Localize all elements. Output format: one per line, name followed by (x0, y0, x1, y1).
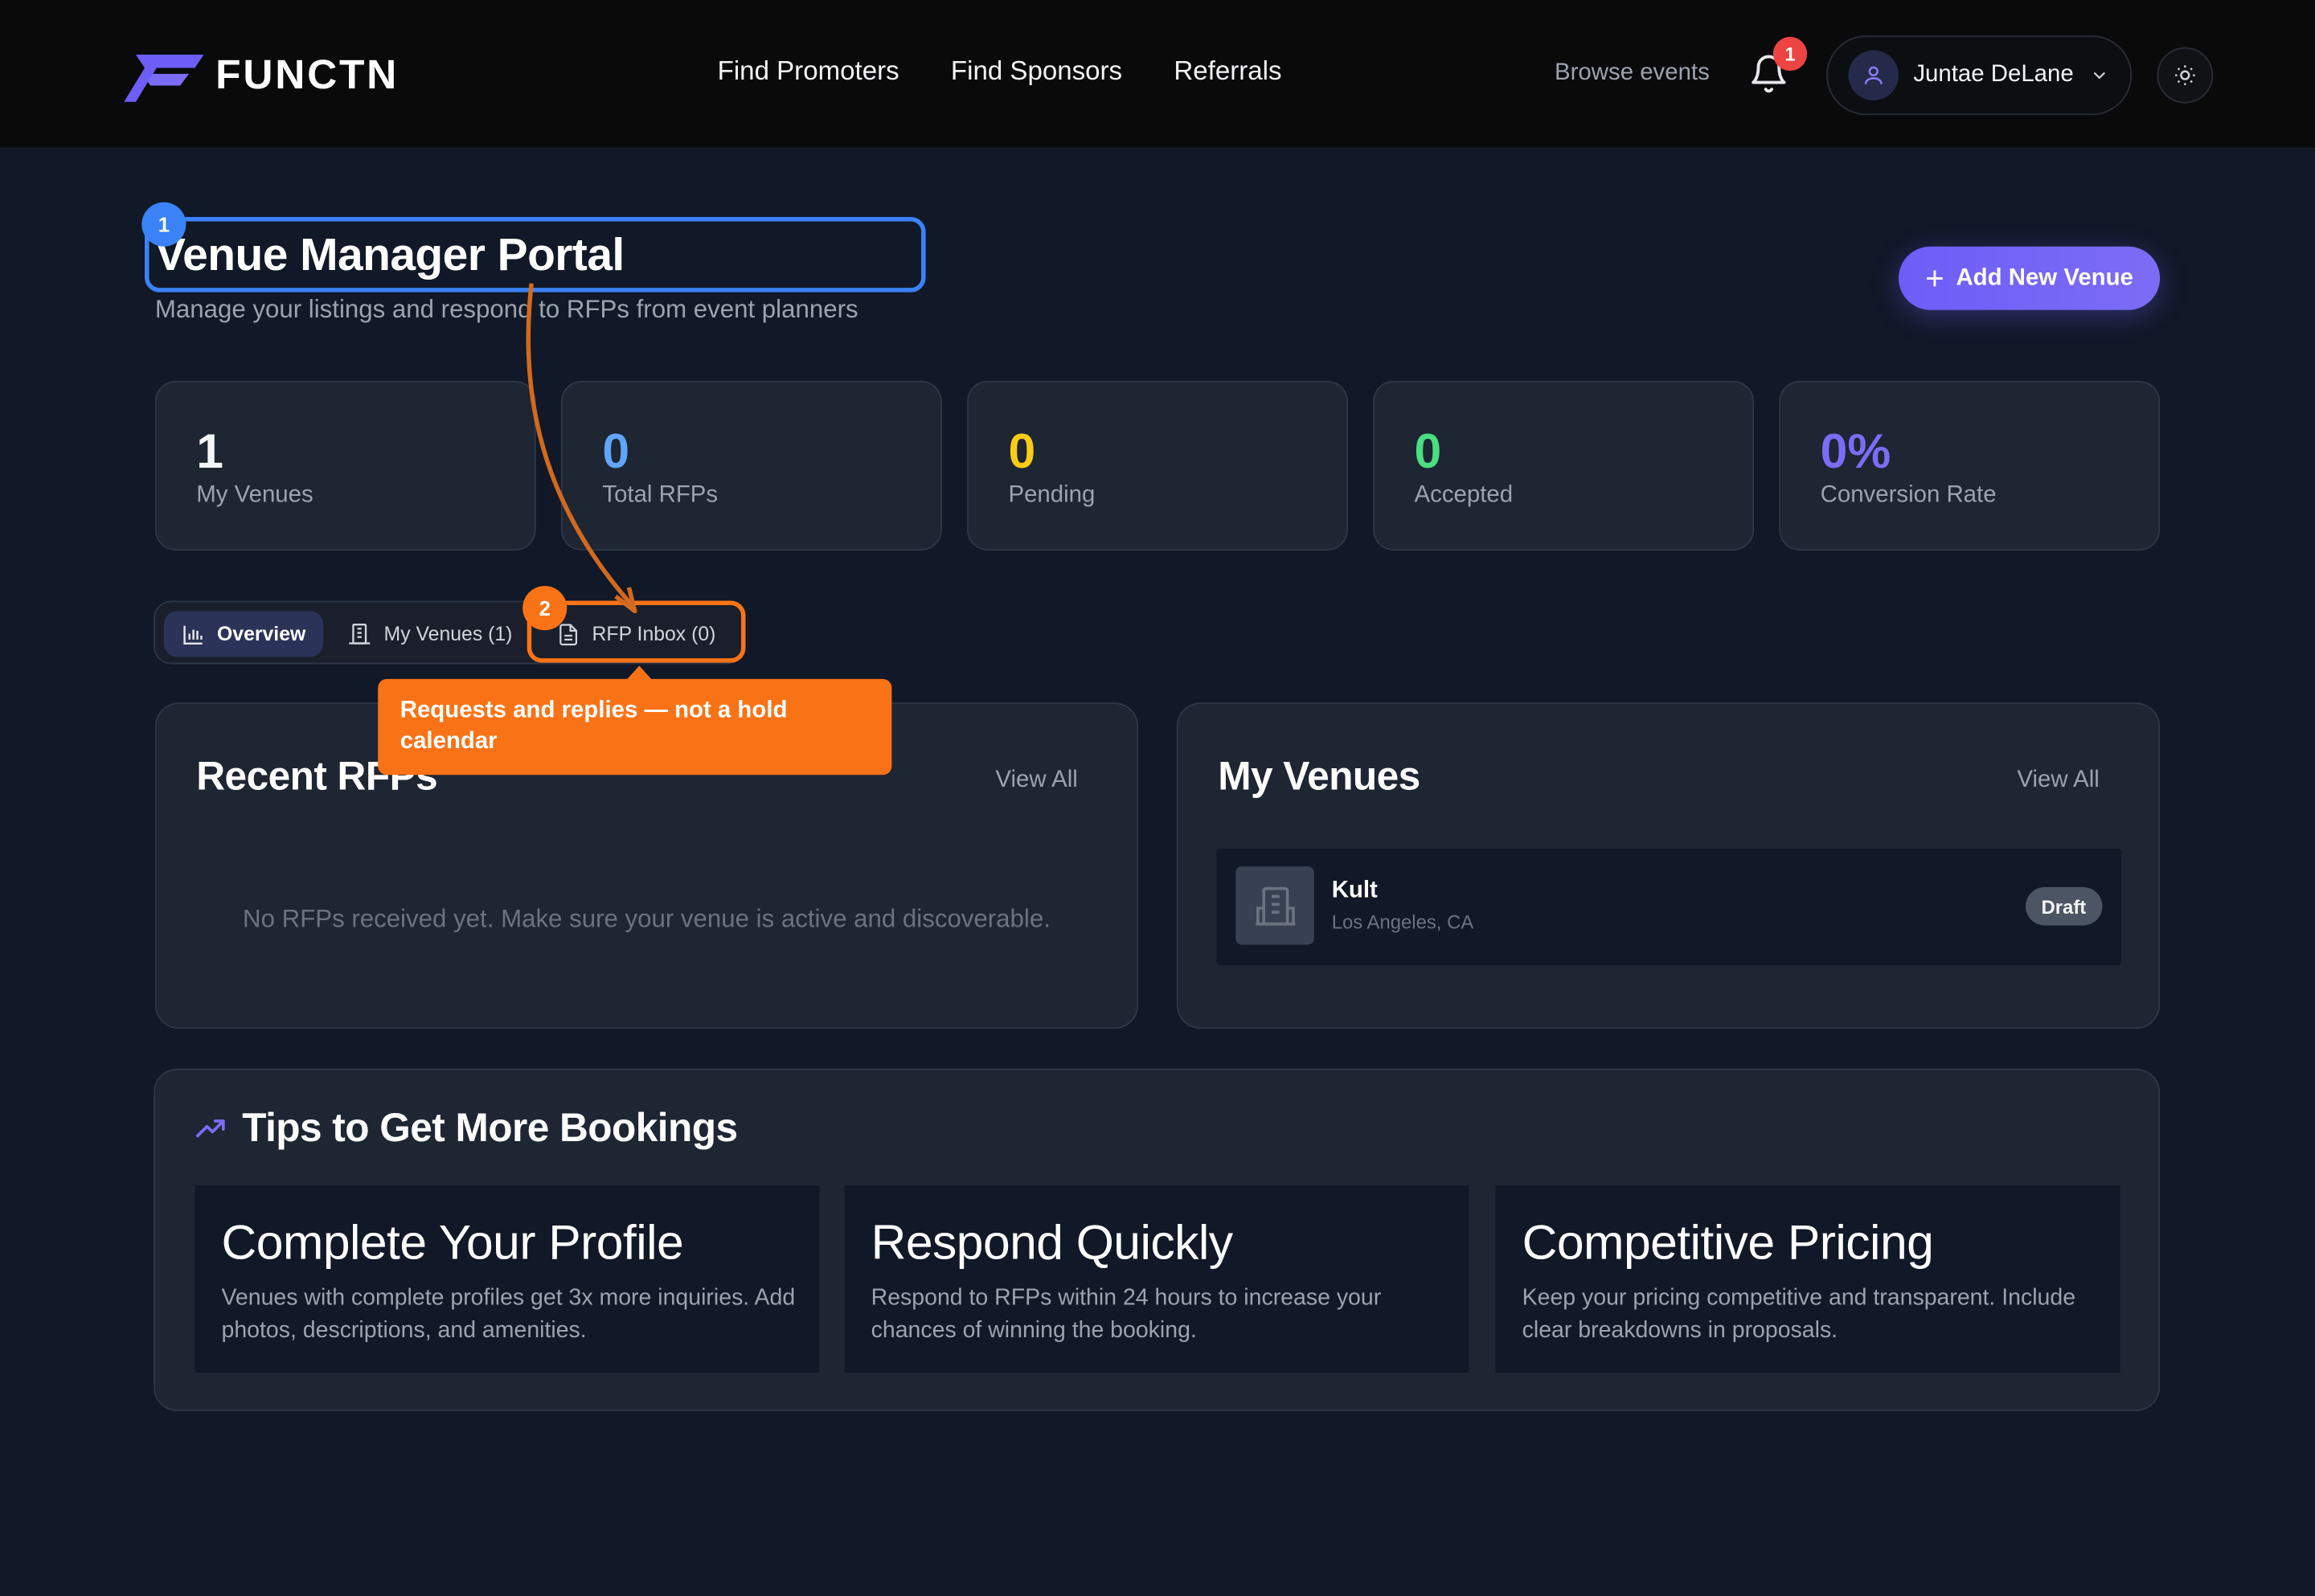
tip-card-pricing: Competitive Pricing Keep your pricing co… (1495, 1185, 2120, 1373)
stat-value: 0 (1414, 424, 1442, 479)
tip-title: Respond Quickly (871, 1214, 1233, 1270)
stat-card-my-venues: 1 My Venues (154, 380, 536, 551)
add-new-venue-label: Add New Venue (1956, 264, 2133, 290)
tip-description: Keep your pricing competitive and transp… (1522, 1285, 2076, 1344)
tips-title: Tips to Get More Bookings (242, 1105, 738, 1150)
tips-panel: Tips to Get More Bookings Complete Your … (154, 1068, 2161, 1411)
building-icon (349, 623, 371, 645)
theme-toggle-button[interactable] (2157, 47, 2214, 104)
tip-description: Venues with complete profiles get 3x mor… (221, 1285, 796, 1344)
page-root: FUNCTN Find Promoters Find Sponsors Refe… (0, 0, 2315, 1596)
user-name: Juntae DeLane (1913, 62, 2074, 88)
tip-card-profile: Complete Your Profile Venues with comple… (195, 1185, 820, 1373)
page-title: Venue Manager Portal (154, 228, 625, 280)
recent-rfps-empty-message: No RFPs received yet. Make sure your ven… (243, 904, 1051, 933)
browse-events-link[interactable]: Browse events (1555, 60, 1710, 87)
brand-name: FUNCTN (215, 51, 399, 98)
stat-card-conversion-rate: 0% Conversion Rate (1779, 380, 2161, 551)
annotation-callout: Requests and replies — not a hold calend… (378, 678, 892, 775)
annotation-marker-2: 2 (522, 586, 567, 631)
page-subtitle: Manage your listings and respond to RFPs… (154, 295, 858, 324)
add-new-venue-button[interactable]: + Add New Venue (1898, 246, 2161, 310)
tip-title: Complete Your Profile (221, 1214, 684, 1270)
stat-label: Accepted (1414, 482, 1514, 508)
stat-label: Total RFPs (602, 482, 719, 508)
trending-up-icon (195, 1119, 225, 1137)
stat-value: 1 (196, 424, 224, 479)
user-menu-button[interactable]: Juntae DeLane (1825, 35, 2133, 116)
sun-icon (2175, 65, 2195, 85)
tab-my-venues[interactable]: My Venues (1) (330, 611, 531, 657)
venue-thumbnail (1235, 866, 1314, 945)
nav-referrals[interactable]: Referrals (1174, 56, 1281, 88)
tip-title: Competitive Pricing (1522, 1214, 1934, 1270)
my-venues-title: My Venues (1218, 754, 1420, 799)
tip-card-respond: Respond Quickly Respond to RFPs within 2… (844, 1185, 1469, 1373)
stat-value: 0 (1008, 424, 1036, 479)
chevron-down-icon (2092, 72, 2105, 80)
stat-card-total-rfps: 0 Total RFPs (560, 380, 942, 551)
tab-overview[interactable]: Overview (163, 611, 324, 657)
annotation-marker-1: 1 (141, 202, 186, 247)
tips-header: Tips to Get More Bookings (195, 1105, 738, 1152)
brand-logo[interactable]: FUNCTN (124, 46, 399, 104)
main-nav: Find Promoters Find Sponsors Referrals (718, 56, 1282, 88)
building-icon (1255, 886, 1295, 925)
tab-label: Overview (216, 623, 306, 645)
stat-value: 0% (1820, 424, 1891, 479)
avatar (1848, 50, 1899, 100)
notification-badge: 1 (1772, 36, 1808, 72)
user-icon (1864, 66, 1883, 84)
plus-icon: + (1925, 259, 1944, 297)
my-venues-view-all-link[interactable]: View All (2017, 767, 2099, 794)
recent-rfps-view-all-link[interactable]: View All (995, 767, 1077, 794)
venue-list-item[interactable]: Kult Los Angeles, CA Draft (1216, 849, 2122, 966)
stat-label: My Venues (196, 482, 313, 508)
nav-find-promoters[interactable]: Find Promoters (718, 56, 899, 88)
my-venues-panel: My Venues View All Kult Los Angeles, CA … (1176, 702, 2161, 1029)
top-navbar: FUNCTN Find Promoters Find Sponsors Refe… (0, 0, 2315, 149)
stat-card-accepted: 0 Accepted (1373, 380, 1754, 551)
stat-card-pending: 0 Pending (967, 380, 1348, 551)
stat-label: Conversion Rate (1820, 482, 1997, 508)
venue-location: Los Angeles, CA (1331, 911, 1474, 933)
status-badge: Draft (2025, 886, 2103, 926)
functn-logo-icon (124, 54, 204, 102)
stat-value: 0 (602, 424, 630, 479)
stat-label: Pending (1008, 482, 1096, 508)
bar-chart-icon (183, 624, 203, 645)
nav-find-sponsors[interactable]: Find Sponsors (951, 56, 1122, 88)
tip-description: Respond to RFPs within 24 hours to incre… (871, 1285, 1382, 1344)
tab-label: My Venues (1) (383, 623, 513, 645)
venue-name: Kult (1331, 878, 1378, 904)
